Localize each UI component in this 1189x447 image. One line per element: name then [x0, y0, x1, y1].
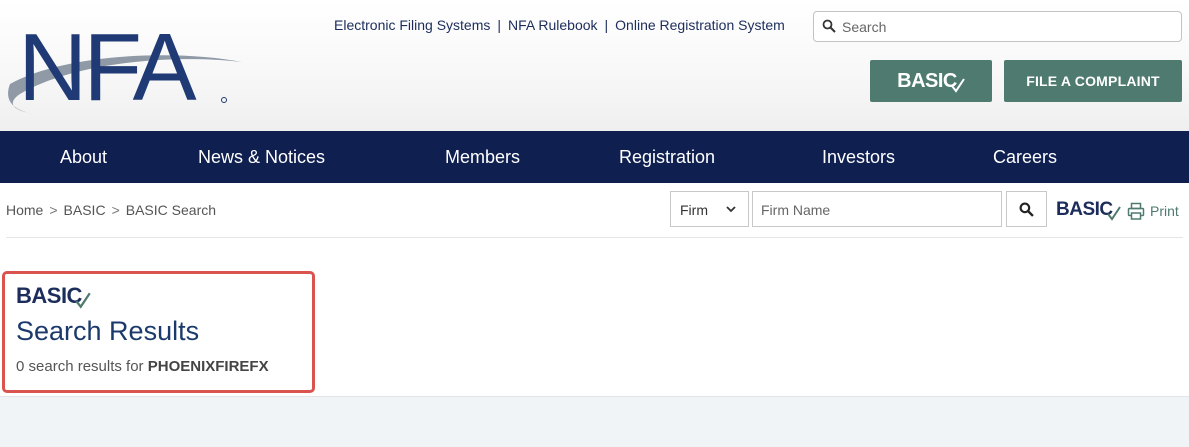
basic-logo[interactable]: BASIC: [1056, 199, 1121, 221]
firm-name-input[interactable]: [761, 200, 996, 220]
nfa-logo[interactable]: NFA: [4, 14, 254, 118]
breadcrumb: Home > BASIC > BASIC Search: [6, 202, 216, 218]
nav-item-about[interactable]: About: [60, 147, 107, 168]
nav-item-members[interactable]: Members: [445, 147, 520, 168]
link-nfa-rulebook[interactable]: NFA Rulebook: [508, 17, 598, 33]
checkmark-icon: [1106, 206, 1121, 221]
link-separator: |: [497, 17, 502, 33]
firm-name-field[interactable]: [752, 191, 1002, 227]
basic-button[interactable]: BASIC: [870, 60, 992, 102]
link-online-registration[interactable]: Online Registration System: [615, 17, 785, 33]
site-header: NFA Electronic Filing Systems | NFA Rulebo…: [0, 0, 1189, 131]
print-button[interactable]: Print: [1127, 202, 1179, 220]
page-title: Search Results: [16, 316, 200, 346]
results-summary: 0 search results for PHOENIXFIREFX: [16, 358, 269, 375]
link-electronic-filing[interactable]: Electronic Filing Systems: [334, 17, 490, 33]
search-type-select[interactable]: Firm: [670, 191, 749, 227]
basic-logo: BASIC: [897, 70, 965, 93]
search-type-value: Firm: [680, 202, 708, 218]
nav-item-investors[interactable]: Investors: [822, 147, 895, 168]
checkmark-icon: [951, 77, 965, 93]
search-results-panel: BASIC Search Results 0 search results fo…: [2, 271, 315, 393]
breadcrumb-chevron: >: [111, 202, 120, 218]
printer-icon: [1127, 202, 1145, 220]
results-count-text: 0 search results for: [16, 358, 144, 375]
print-label: Print: [1150, 203, 1179, 219]
checkmark-icon: [75, 292, 91, 309]
basic-logo-text: BASIC: [16, 283, 82, 308]
search-icon: [822, 19, 836, 33]
breadcrumb-basic[interactable]: BASIC: [64, 202, 106, 218]
basic-logo: BASIC: [16, 283, 91, 309]
chevron-down-icon: [726, 206, 736, 213]
link-separator: |: [604, 17, 609, 33]
search-input[interactable]: [842, 15, 1172, 38]
breadcrumb-chevron: >: [49, 202, 58, 218]
nav-item-careers[interactable]: Careers: [993, 147, 1057, 168]
search-query: PHOENIXFIREFX: [147, 358, 269, 375]
file-complaint-button[interactable]: FILE A COMPLAINT: [1004, 60, 1182, 102]
breadcrumb-home[interactable]: Home: [6, 202, 43, 218]
footer-band: [0, 396, 1189, 447]
logo-text: NFA: [18, 14, 197, 118]
site-search[interactable]: [813, 11, 1182, 42]
main-nav: About News & Notices Members Registratio…: [0, 131, 1189, 183]
top-links: Electronic Filing Systems | NFA Rulebook | O…: [334, 17, 785, 33]
divider: [6, 237, 1183, 238]
basic-logo-text: BASIC: [1056, 199, 1113, 220]
nav-item-registration[interactable]: Registration: [619, 147, 715, 168]
search-icon: [1019, 202, 1034, 217]
nav-item-news-notices[interactable]: News & Notices: [198, 147, 325, 168]
basic-button-label: BASIC: [897, 69, 957, 92]
firm-search-button[interactable]: [1006, 191, 1047, 227]
breadcrumb-basic-search: BASIC Search: [125, 202, 217, 218]
